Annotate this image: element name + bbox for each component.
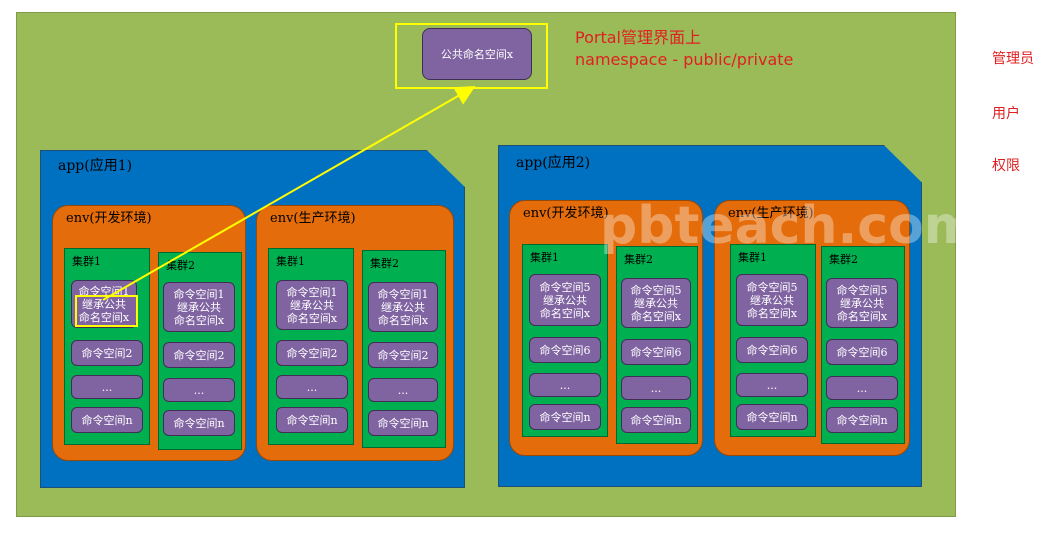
- inherit-arrow: [102, 86, 476, 301]
